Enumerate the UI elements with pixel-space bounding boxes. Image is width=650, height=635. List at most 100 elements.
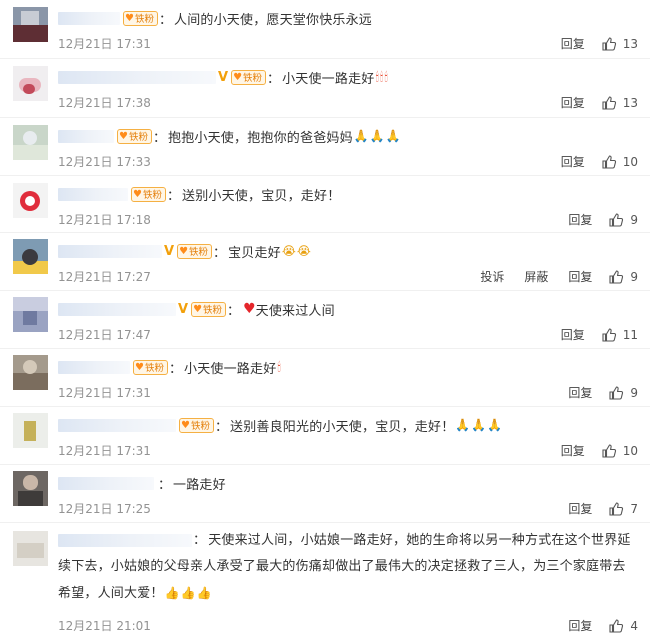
pray-emoji-icon: 🙏 (353, 129, 369, 143)
like-button[interactable]: 10 (601, 154, 638, 170)
avatar[interactable] (13, 297, 48, 332)
thumbs-up-emoji-icon: 👍 (196, 586, 213, 600)
username[interactable] (58, 244, 162, 258)
thumbs-up-icon (602, 154, 616, 169)
like-count: 4 (630, 618, 638, 633)
reply-button[interactable]: 回复 (568, 384, 592, 401)
comment-text: 一路走好 (173, 477, 226, 493)
like-button[interactable]: 11 (601, 327, 638, 343)
comment-item: ♥ 铁粉 ： 人间的小天使，愿天堂你快乐永远 12月21日 17:31 回复 13 (0, 0, 650, 59)
comment-text: 小天使一路走好 (184, 361, 277, 377)
like-count: 13 (622, 95, 638, 110)
avatar[interactable] (13, 7, 48, 42)
username[interactable] (58, 129, 114, 143)
like-count: 10 (622, 443, 638, 458)
fan-badge[interactable]: ♥ 铁粉 (191, 301, 227, 317)
comment-time: 12月21日 17:31 (58, 37, 151, 51)
pray-emoji-icon: 🙏 (369, 129, 385, 143)
comment-text: 送别善良阳光的小天使，宝贝，走好！ (230, 419, 455, 435)
like-button[interactable]: 9 (608, 269, 638, 285)
username[interactable] (58, 476, 154, 490)
avatar[interactable] (13, 183, 48, 218)
avatar[interactable] (13, 239, 48, 274)
comment-item: V ♥ 铁粉 ： ♥ 天使来过人间 12月21日 17:47 回复 11 (0, 291, 650, 349)
reply-button[interactable]: 回复 (561, 94, 585, 111)
username[interactable] (58, 534, 192, 547)
candle-emoji-icon: 🕯 (375, 69, 379, 84)
comment-text: 送别小天使，宝贝，走好！ (182, 188, 341, 204)
heart-icon: ♥ (125, 12, 134, 24)
like-button[interactable]: 13 (601, 95, 638, 111)
comment-item: V ♥ 铁粉 ： 宝贝走好 😭 😭 12月21日 17:27 投诉 屏蔽 回复 9 (0, 233, 650, 291)
like-button[interactable]: 4 (608, 618, 638, 634)
thumbs-up-icon (602, 95, 616, 110)
candle-emoji-icon: 🕯 (277, 359, 281, 374)
reply-button[interactable]: 回复 (568, 211, 592, 228)
avatar[interactable] (13, 531, 48, 566)
pray-emoji-icon: 🙏 (385, 129, 401, 143)
heart-icon: ♥ (233, 71, 243, 83)
reply-button[interactable]: 回复 (561, 35, 585, 52)
crying-emoji-icon: 😭 (296, 244, 311, 258)
comment-time: 12月21日 17:33 (58, 155, 151, 169)
candle-emoji-icon: 🕯 (379, 69, 384, 84)
username[interactable] (58, 11, 120, 25)
reply-button[interactable]: 回复 (561, 153, 585, 170)
reply-button[interactable]: 回复 (568, 500, 592, 517)
report-button[interactable]: 投诉 (480, 268, 504, 285)
avatar[interactable] (13, 413, 48, 448)
username[interactable] (58, 360, 130, 374)
comment-item: ♥ 铁粉 ： 送别善良阳光的小天使，宝贝，走好！ 🙏 🙏 🙏 12月21日 17:31… (0, 407, 650, 465)
thumbs-up-icon (609, 212, 624, 227)
thumbs-up-icon (609, 385, 624, 400)
comment-text: 小天使一路走好 (282, 71, 375, 87)
like-count: 9 (630, 385, 638, 400)
comment-item: ♥ 铁粉 ： 抱抱小天使，抱抱你的爸爸妈妈 🙏 🙏 🙏 12月21日 17:33 回复… (0, 118, 650, 176)
pray-emoji-icon: 🙏 (455, 418, 471, 432)
avatar[interactable] (13, 471, 48, 506)
comment-text: 人间的小天使，愿天堂你快乐永远 (174, 12, 373, 28)
like-count: 9 (630, 269, 638, 284)
username[interactable] (58, 302, 176, 316)
red-heart-emoji-icon: ♥ (243, 301, 256, 317)
reply-button[interactable]: 回复 (568, 617, 592, 634)
thumbs-up-emoji-icon: 👍 (180, 586, 196, 600)
fan-badge[interactable]: ♥ 铁粉 (133, 359, 168, 375)
fan-badge[interactable]: ♥ 铁粉 (117, 128, 152, 144)
fan-badge[interactable]: ♥ 铁粉 (177, 243, 213, 259)
block-button[interactable]: 屏蔽 (524, 268, 548, 285)
username[interactable] (58, 187, 128, 201)
verified-icon: V (164, 243, 175, 259)
username[interactable] (58, 418, 176, 432)
fan-badge[interactable]: ♥ 铁粉 (131, 186, 166, 202)
thumbs-up-emoji-icon: 👍 (164, 586, 180, 600)
comment-time: 12月21日 17:27 (58, 270, 151, 284)
fan-badge[interactable]: ♥ 铁粉 (231, 69, 267, 85)
like-count: 9 (630, 212, 638, 227)
reply-button[interactable]: 回复 (568, 268, 592, 285)
thumbs-up-icon (609, 618, 624, 633)
like-button[interactable]: 13 (601, 36, 638, 52)
avatar[interactable] (13, 66, 48, 101)
like-button[interactable]: 7 (608, 501, 638, 517)
fan-badge[interactable]: ♥ 铁粉 (123, 10, 158, 26)
like-button[interactable]: 9 (608, 212, 638, 228)
like-button[interactable]: 10 (601, 443, 638, 459)
avatar[interactable] (13, 125, 48, 160)
fan-badge[interactable]: ♥ 铁粉 (179, 417, 214, 433)
verified-icon: V (218, 69, 229, 85)
comment-item: ♥ 铁粉 ： 送别小天使，宝贝，走好！ 12月21日 17:18 回复 9 (0, 176, 650, 233)
heart-icon: ♥ (179, 245, 189, 257)
reply-button[interactable]: 回复 (561, 326, 585, 343)
comment-time: 12月21日 17:25 (58, 502, 151, 516)
like-button[interactable]: 9 (608, 385, 638, 401)
reply-button[interactable]: 回复 (561, 442, 585, 459)
avatar[interactable] (13, 355, 48, 390)
comment-time: 12月21日 21:01 (58, 619, 151, 633)
heart-icon: ♥ (193, 303, 203, 315)
crying-emoji-icon: 😭 (281, 244, 296, 258)
like-count: 7 (630, 501, 638, 516)
like-count: 11 (622, 327, 638, 342)
username[interactable] (58, 70, 216, 84)
comment-time: 12月21日 17:38 (58, 96, 151, 110)
